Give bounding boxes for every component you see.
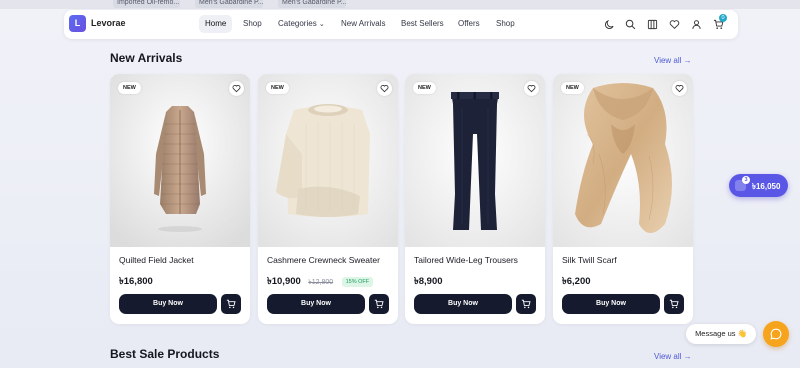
view-all-link[interactable]: View all → bbox=[654, 56, 692, 65]
message-us-label[interactable]: Message us 👋 bbox=[686, 324, 756, 344]
floating-cart-count: 3 bbox=[742, 176, 750, 184]
floating-cart-button[interactable]: 3 ৳16,050 bbox=[729, 174, 788, 197]
product-image-trousers[interactable] bbox=[405, 74, 545, 247]
add-to-cart-button[interactable] bbox=[516, 294, 536, 314]
browser-tab[interactable]: Men's Gabardine P... bbox=[195, 0, 263, 8]
heart-icon bbox=[232, 85, 241, 93]
product-name[interactable]: Silk Twill Scarf bbox=[562, 255, 617, 265]
product-price: ৳10,900 bbox=[267, 276, 301, 287]
new-badge: NEW bbox=[561, 82, 584, 94]
floating-cart-total: ৳16,050 bbox=[752, 182, 781, 191]
browser-tab[interactable]: Imported Oil-remo... bbox=[113, 0, 180, 8]
brand-mark: L bbox=[69, 15, 86, 32]
product-image-sweater[interactable] bbox=[258, 74, 398, 247]
product-image-scarf[interactable] bbox=[553, 74, 693, 247]
product-name[interactable]: Cashmere Crewneck Sweater bbox=[267, 255, 380, 265]
product-name[interactable]: Quilted Field Jacket bbox=[119, 255, 194, 265]
nav-shop-secondary[interactable]: Shop bbox=[490, 15, 521, 33]
compare-icon[interactable] bbox=[647, 19, 658, 30]
discount-badge: 15% OFF bbox=[341, 277, 374, 287]
favorite-button[interactable] bbox=[229, 81, 244, 96]
product-name[interactable]: Tailored Wide-Leg Trousers bbox=[414, 255, 518, 265]
heart-icon bbox=[380, 85, 389, 93]
brand-name: Levorae bbox=[91, 18, 126, 28]
new-badge: NEW bbox=[413, 82, 436, 94]
new-badge: NEW bbox=[266, 82, 289, 94]
search-icon[interactable] bbox=[625, 19, 636, 30]
cart-icon bbox=[669, 299, 679, 309]
top-navbar: L Levorae Home Shop Categories ⌄ New Arr… bbox=[64, 10, 738, 39]
buy-now-button[interactable]: Buy Now bbox=[562, 294, 660, 314]
heart-icon bbox=[675, 85, 684, 93]
product-card[interactable]: NEW Tailored Wide-Leg Trousers ৳8,900 Bu… bbox=[405, 74, 545, 324]
product-price: ৳8,900 bbox=[414, 276, 443, 287]
product-card[interactable]: NEW Cashmere Crewneck Sweater ৳10,900 ৳1… bbox=[258, 74, 398, 324]
section-title-new-arrivals: New Arrivals bbox=[110, 51, 183, 65]
cart-count-badge: 0 bbox=[719, 14, 727, 22]
nav-categories[interactable]: Categories ⌄ bbox=[272, 15, 331, 33]
nav-shop[interactable]: Shop bbox=[237, 15, 268, 33]
price-row: ৳8,900 bbox=[414, 271, 443, 287]
product-price: ৳6,200 bbox=[562, 276, 591, 287]
product-card[interactable]: NEW Quilted Field Jacket ৳16,800 Buy Now bbox=[110, 74, 250, 324]
chat-button[interactable] bbox=[763, 321, 789, 347]
buy-now-button[interactable]: Buy Now bbox=[119, 294, 217, 314]
add-to-cart-button[interactable] bbox=[664, 294, 684, 314]
price-row: ৳10,900 ৳12,800 15% OFF bbox=[267, 271, 374, 287]
product-price: ৳16,800 bbox=[119, 276, 153, 287]
buy-now-button[interactable]: Buy Now bbox=[267, 294, 365, 314]
nav-new-arrivals[interactable]: New Arrivals bbox=[335, 15, 391, 33]
heart-icon[interactable] bbox=[669, 19, 680, 30]
original-price: ৳12,800 bbox=[308, 279, 334, 286]
add-to-cart-button[interactable] bbox=[369, 294, 389, 314]
favorite-button[interactable] bbox=[377, 81, 392, 96]
user-icon[interactable] bbox=[691, 19, 702, 30]
moon-icon[interactable] bbox=[604, 19, 615, 30]
price-row: ৳6,200 bbox=[562, 271, 591, 287]
cart-icon bbox=[374, 299, 384, 309]
new-badge: NEW bbox=[118, 82, 141, 94]
nav-offers[interactable]: Offers bbox=[452, 15, 486, 33]
nav-best-sellers[interactable]: Best Sellers bbox=[395, 15, 450, 33]
product-card[interactable]: NEW Silk Twill Scarf ৳6,200 Buy Now bbox=[553, 74, 693, 324]
cart-icon bbox=[521, 299, 531, 309]
section-title-best-sale: Best Sale Products bbox=[110, 347, 220, 361]
favorite-button[interactable] bbox=[672, 81, 687, 96]
price-row: ৳16,800 bbox=[119, 271, 153, 287]
view-all-link[interactable]: View all → bbox=[654, 352, 692, 361]
browser-tab-strip: Imported Oil-remo... Men's Gabardine P..… bbox=[0, 0, 800, 9]
chevron-down-icon: ⌄ bbox=[318, 21, 325, 28]
buy-now-button[interactable]: Buy Now bbox=[414, 294, 512, 314]
product-image-quilted-coat[interactable] bbox=[110, 74, 250, 247]
nav-home[interactable]: Home bbox=[199, 15, 233, 33]
nav-categories-label: Categories bbox=[278, 19, 317, 28]
favorite-button[interactable] bbox=[524, 81, 539, 96]
add-to-cart-button[interactable] bbox=[221, 294, 241, 314]
cart-icon bbox=[226, 299, 236, 309]
heart-icon bbox=[527, 85, 536, 93]
browser-tab[interactable]: Men's Gabardine P... bbox=[278, 0, 346, 8]
chat-bubble-icon bbox=[770, 328, 782, 340]
